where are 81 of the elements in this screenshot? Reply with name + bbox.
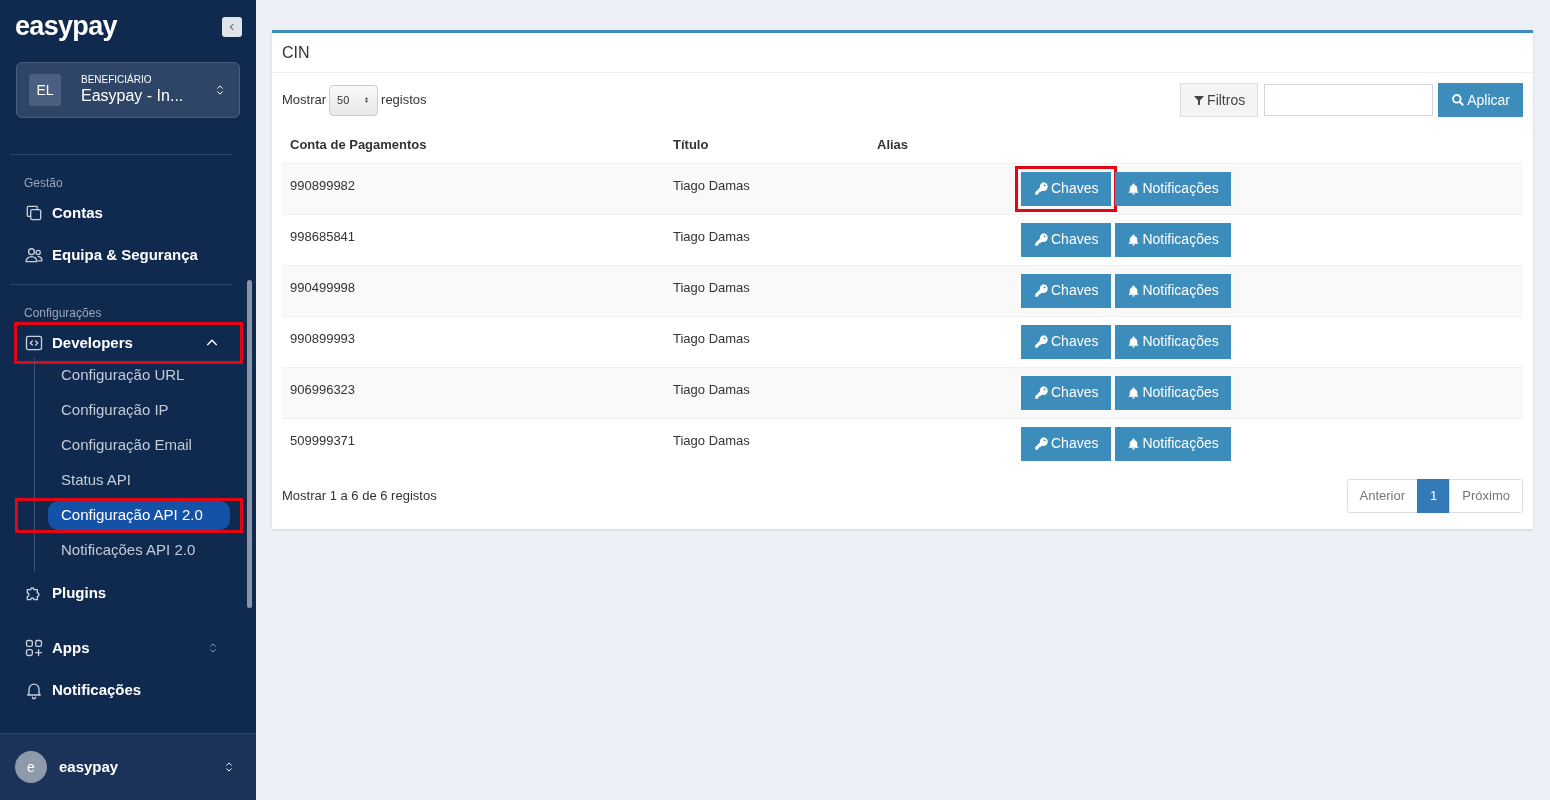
length-label: registos: [381, 91, 427, 110]
table-cell: Tiago Damas: [665, 418, 869, 469]
account-avatar: EL: [29, 74, 61, 106]
notifications-button[interactable]: Notificações: [1115, 222, 1231, 257]
table-cell: 906996323: [282, 367, 665, 418]
user-name: easypay: [59, 756, 120, 777]
apps-icon: [24, 638, 44, 658]
users-icon: [24, 245, 44, 265]
pagination-button[interactable]: 1: [1417, 479, 1451, 513]
column-header: Alias: [869, 135, 1024, 163]
table-cell: Tiago Damas: [665, 163, 869, 214]
funnel-icon: [1193, 93, 1206, 107]
account-switcher[interactable]: EL BENEFICIÁRIO Easypay - In...: [16, 62, 240, 118]
submenu-item[interactable]: Configuração Email: [48, 431, 230, 460]
apply-button[interactable]: Aplicar: [1438, 83, 1523, 117]
section-heading: Configurações: [23, 305, 103, 322]
account-label: BENEFICIÁRIO: [81, 74, 153, 86]
bell-icon: [1127, 283, 1141, 298]
bell-icon: [1127, 436, 1141, 451]
nav-item[interactable]: Notificações: [17, 672, 240, 708]
keys-button[interactable]: Chaves: [1021, 273, 1112, 308]
column-header: Conta de Pagamentos: [282, 135, 665, 163]
submenu-item[interactable]: Configuração URL: [48, 361, 230, 390]
key-icon: [1034, 436, 1049, 452]
submenu-item[interactable]: Status API: [48, 466, 230, 495]
table-cell: Tiago Damas: [665, 316, 869, 367]
bell-icon: [1127, 181, 1141, 196]
copy-icon: [24, 203, 44, 223]
table-cell: Tiago Damas: [665, 265, 869, 316]
notifications-button[interactable]: Notificações: [1115, 171, 1231, 206]
keys-button[interactable]: Chaves: [1021, 171, 1112, 206]
keys-button[interactable]: Chaves: [1021, 324, 1112, 359]
notifications-button[interactable]: Notificações: [1115, 324, 1231, 359]
table-cell: 998685841: [282, 214, 665, 265]
notifications-button[interactable]: Notificações: [1115, 426, 1231, 461]
nav-item[interactable]: Developers: [17, 325, 240, 361]
notifications-button[interactable]: Notificações: [1115, 375, 1231, 410]
pagination-button[interactable]: Próximo: [1449, 479, 1523, 513]
submenu-item[interactable]: Notificações API 2.0: [48, 536, 230, 565]
account-name: Easypay - In...: [81, 86, 185, 106]
page-length-select[interactable]: 50: [329, 84, 379, 116]
up-down-arrow-icon: [363, 95, 371, 105]
table-cell: 990899982: [282, 163, 665, 214]
table-info: Mostrar 1 a 6 de 6 registos: [282, 487, 437, 506]
nav-item[interactable]: Plugins: [17, 575, 240, 611]
table-cell: Tiago Damas: [665, 214, 869, 265]
notifications-button[interactable]: Notificações: [1115, 273, 1231, 308]
key-icon: [1034, 181, 1049, 196]
key-icon: [1034, 334, 1049, 349]
panel-title: CIN: [282, 42, 310, 63]
code-icon: [24, 333, 44, 353]
table-cell: 990499998: [282, 265, 665, 316]
chevron-left-icon: [227, 22, 237, 32]
submenu-item[interactable]: Configuração IP: [48, 396, 230, 425]
scrollbar-thumb[interactable]: [247, 280, 252, 608]
keys-button[interactable]: Chaves: [1021, 222, 1112, 257]
bell-icon: [1127, 334, 1141, 349]
collapse-button[interactable]: [222, 17, 242, 37]
pagination-button[interactable]: Anterior: [1346, 479, 1419, 513]
section-heading: Gestão: [23, 175, 64, 192]
logo: easypay: [15, 12, 117, 40]
bell-icon: [1127, 232, 1141, 247]
search-field[interactable]: [1264, 84, 1434, 116]
column-header: Título: [665, 135, 869, 163]
nav-item[interactable]: Equipa & Segurança: [17, 237, 240, 273]
key-icon: [1034, 385, 1049, 400]
table-cell: 509999371: [282, 418, 665, 469]
nav-item[interactable]: Apps: [17, 630, 240, 666]
table-cell: 990899993: [282, 316, 665, 367]
submenu-item[interactable]: Configuração API 2.0: [48, 501, 230, 530]
search-icon: [1451, 93, 1466, 107]
key-icon: [1034, 283, 1049, 298]
length-label: Mostrar: [282, 91, 327, 110]
filter-button[interactable]: Filtros: [1180, 83, 1259, 117]
table-cell: Tiago Damas: [665, 367, 869, 418]
user-avatar: e: [15, 751, 47, 783]
nav-item[interactable]: Contas: [17, 195, 240, 231]
key-icon: [1034, 232, 1049, 247]
keys-button[interactable]: Chaves: [1021, 375, 1112, 410]
bell-icon: [1127, 385, 1141, 400]
keys-button[interactable]: Chaves: [1021, 426, 1112, 461]
